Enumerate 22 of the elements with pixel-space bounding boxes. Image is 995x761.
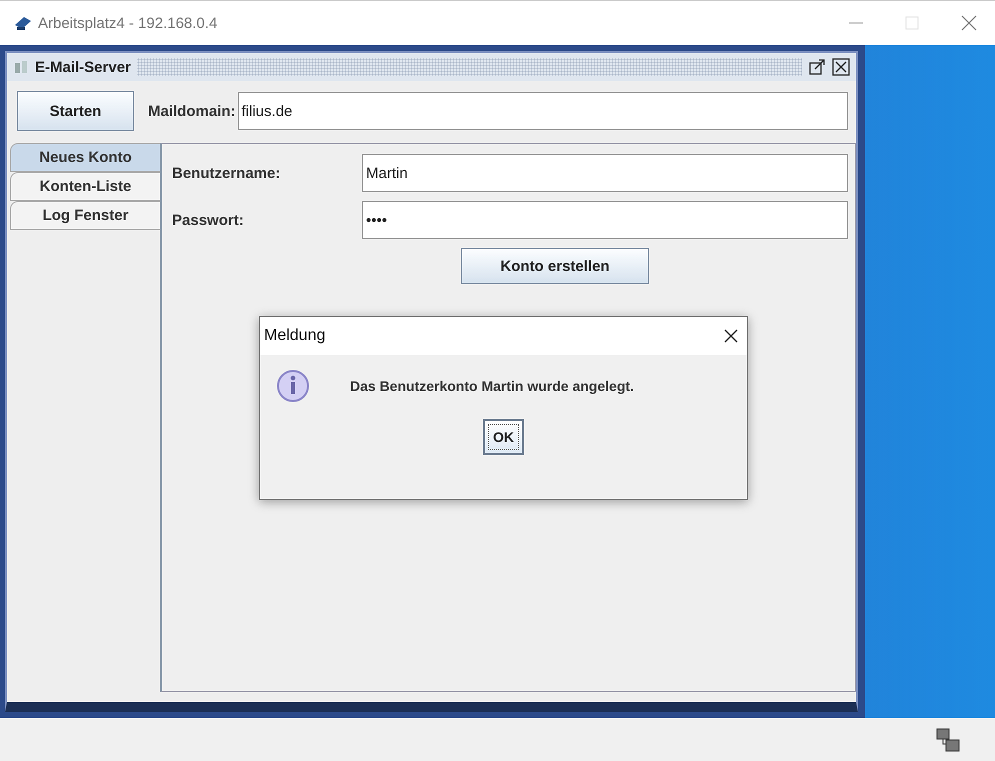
domain-label: Maildomain:	[148, 102, 236, 120]
tab[interactable]: Konten-Liste	[10, 172, 160, 201]
frame-title: E-Mail-Server	[35, 58, 131, 76]
ok-button[interactable]: OK	[483, 419, 524, 455]
dialog-title: Meldung	[264, 327, 326, 345]
detach-icon[interactable]	[808, 58, 826, 76]
maximize-icon	[905, 16, 919, 30]
field-label: Benutzername:	[172, 164, 282, 182]
info-icon	[276, 369, 310, 403]
username-field[interactable]: Martin	[362, 154, 848, 192]
dialog-message: Das Benutzerkonto Martin wurde angelegt.	[350, 378, 634, 394]
tab[interactable]: Log Fenster	[10, 201, 160, 230]
domain-field[interactable]: filius.de	[238, 92, 848, 130]
password-field[interactable]: ••••	[362, 201, 848, 239]
network-icon[interactable]	[936, 728, 960, 752]
close-icon[interactable]	[832, 58, 850, 76]
field-label: Passwort:	[172, 212, 245, 228]
create-account-button[interactable]: Konto erstellen	[461, 248, 649, 284]
start-button[interactable]: Starten	[17, 91, 134, 131]
close-icon[interactable]	[723, 328, 739, 344]
window-title: Arbeitsplatz4 - 192.168.0.4	[38, 14, 218, 32]
tab[interactable]: Neues Konto	[10, 143, 160, 172]
